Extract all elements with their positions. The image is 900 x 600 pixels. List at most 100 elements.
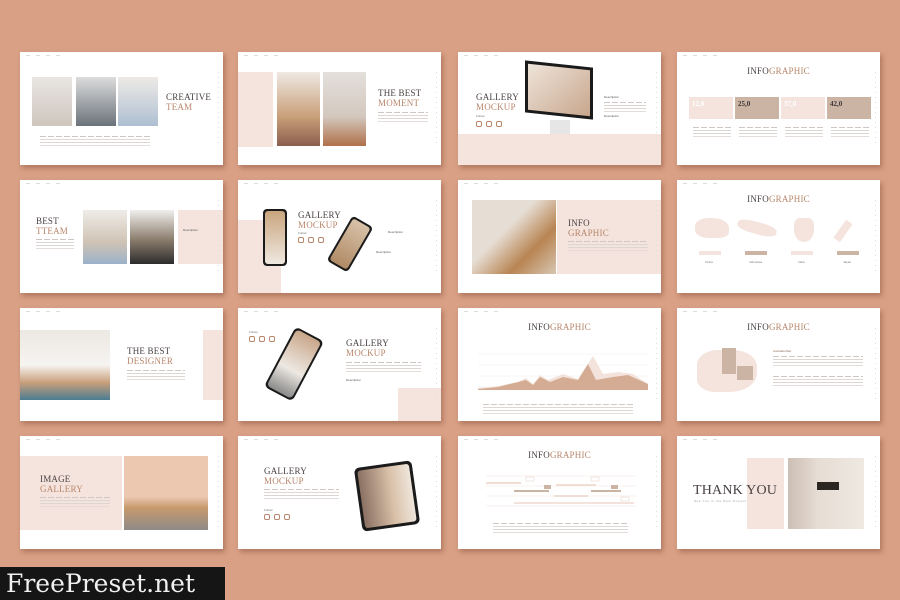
interior-photo-2 — [323, 72, 366, 146]
slide-dots — [218, 72, 219, 147]
slide-dots — [875, 328, 876, 403]
slide-nav — [683, 183, 723, 184]
gantt-bar — [591, 490, 621, 492]
facebook-icon[interactable] — [249, 336, 255, 342]
slide-nav — [26, 55, 66, 56]
slide-infographic-area-chart[interactable]: INFOGRAPHIC — [458, 308, 661, 421]
body-text — [493, 523, 628, 524]
furniture-photo — [124, 456, 208, 530]
slide-gallery-mockup-phones[interactable]: GALLERY MOCKUP Follow Description Descrip… — [238, 180, 441, 293]
slide-gallery-mockup-phone[interactable]: Follow GALLERY MOCKUP Description — [238, 308, 441, 421]
gantt-bar — [486, 482, 521, 484]
slide-creative-team[interactable]: CREATIVE TEAM — [20, 52, 223, 165]
instagram-icon[interactable] — [496, 121, 502, 127]
slide-nav — [26, 311, 66, 312]
map-region — [722, 348, 736, 374]
social-icons — [476, 121, 502, 127]
social-icons — [264, 514, 290, 520]
thank-you-subtitle: See You in the Next Project — [694, 499, 747, 503]
gantt-marker — [525, 476, 535, 482]
slide-nav — [244, 55, 284, 56]
tablet-mockup — [353, 460, 421, 532]
body-text — [785, 127, 823, 128]
team-photo-3 — [118, 77, 158, 126]
gantt-bar — [514, 490, 549, 492]
facebook-icon[interactable] — [264, 514, 270, 520]
whatsapp-icon[interactable] — [308, 237, 314, 243]
country-label: India — [798, 260, 805, 264]
facebook-icon[interactable] — [298, 237, 304, 243]
body-text — [40, 497, 110, 498]
slide-info-graphic[interactable]: INFO GRAPHIC — [458, 180, 661, 293]
slide-nav — [464, 311, 504, 312]
slide-nav — [683, 439, 723, 440]
body-text — [127, 370, 185, 371]
slide-infographic-countries[interactable]: INFOGRAPHIC China Indonesia India Japan — [677, 180, 880, 293]
slide-infographic-stats[interactable]: INFOGRAPHIC 12,0 25,0 37,0 42,0 — [677, 52, 880, 165]
body-text — [40, 136, 150, 137]
gantt-marker — [611, 485, 618, 489]
body-text — [378, 112, 428, 113]
body-text — [773, 356, 863, 357]
slide-dots — [875, 200, 876, 275]
slide-best-moment[interactable]: THE BEST MOMENT — [238, 52, 441, 165]
thank-you-title: THANK YOU — [693, 483, 778, 498]
area-series-1 — [478, 364, 648, 390]
slide-title: BEST TTEAM — [36, 216, 68, 236]
slide-title: INFOGRAPHIC — [568, 218, 609, 238]
stat-box: 25,0 — [735, 97, 779, 119]
whatsapp-icon[interactable] — [259, 336, 265, 342]
instagram-icon[interactable] — [318, 237, 324, 243]
slide-infographic-australia[interactable]: INFOGRAPHIC Australia Map — [677, 308, 880, 421]
slide-title: CREATIVE TEAM — [166, 92, 212, 112]
japan-map — [833, 219, 853, 243]
slide-thank-you[interactable]: THANK YOU See You in the Next Project — [677, 436, 880, 549]
slide-gallery-mockup-tablet[interactable]: GALLERY MOCKUP Follow — [238, 436, 441, 549]
instagram-icon[interactable] — [284, 514, 290, 520]
instagram-icon[interactable] — [269, 336, 275, 342]
slide-nav — [26, 439, 66, 440]
follow-label: Follow — [264, 508, 273, 512]
description-heading: Description — [183, 228, 199, 232]
slide-nav — [244, 183, 284, 184]
social-icons — [249, 336, 275, 342]
team-photo-2 — [130, 210, 174, 264]
slide-dots — [436, 456, 437, 531]
slide-dots — [436, 200, 437, 275]
slide-image-gallery[interactable]: IMAGE GALLERY — [20, 436, 223, 549]
slide-gallery-mockup-desktop[interactable]: GALLERY MOCKUP Follow Description Descrip… — [458, 52, 661, 165]
slide-dots — [656, 328, 657, 403]
monitor-stand — [550, 120, 570, 134]
slide-title: GALLERY MOCKUP — [476, 92, 519, 112]
body-text — [739, 127, 777, 128]
body-text — [36, 239, 74, 240]
stat-box: 12,0 — [689, 97, 733, 119]
country-label: Indonesia — [749, 260, 763, 264]
body-text — [568, 241, 648, 242]
map-region — [737, 366, 753, 380]
whatsapp-icon[interactable] — [486, 121, 492, 127]
slide-best-designer[interactable]: THE BEST DESIGNER — [20, 308, 223, 421]
facebook-icon[interactable] — [476, 121, 482, 127]
slide-best-team[interactable]: BEST TTEAM Description — [20, 180, 223, 293]
follow-label: Follow — [298, 231, 307, 235]
slide-infographic-timeline[interactable]: INFOGRAPHIC — [458, 436, 661, 549]
gantt-marker — [590, 476, 600, 482]
description-heading: Description — [376, 250, 392, 254]
slide-nav — [464, 439, 504, 440]
whatsapp-icon[interactable] — [274, 514, 280, 520]
designer-photo — [20, 330, 110, 400]
body-text — [604, 102, 646, 103]
body-text — [483, 404, 633, 405]
description-heading: Description — [346, 378, 362, 382]
description-heading: Description — [388, 230, 404, 234]
body-text — [346, 362, 421, 363]
slide-nav — [683, 311, 723, 312]
slide-nav — [244, 311, 284, 312]
phone-mockup-1 — [263, 209, 287, 266]
india-map — [794, 218, 814, 242]
description-heading: Description — [604, 114, 620, 118]
body-text — [831, 127, 869, 128]
slide-title: IMAGE GALLERY — [40, 474, 83, 494]
description-heading: Australia Map — [773, 349, 792, 353]
